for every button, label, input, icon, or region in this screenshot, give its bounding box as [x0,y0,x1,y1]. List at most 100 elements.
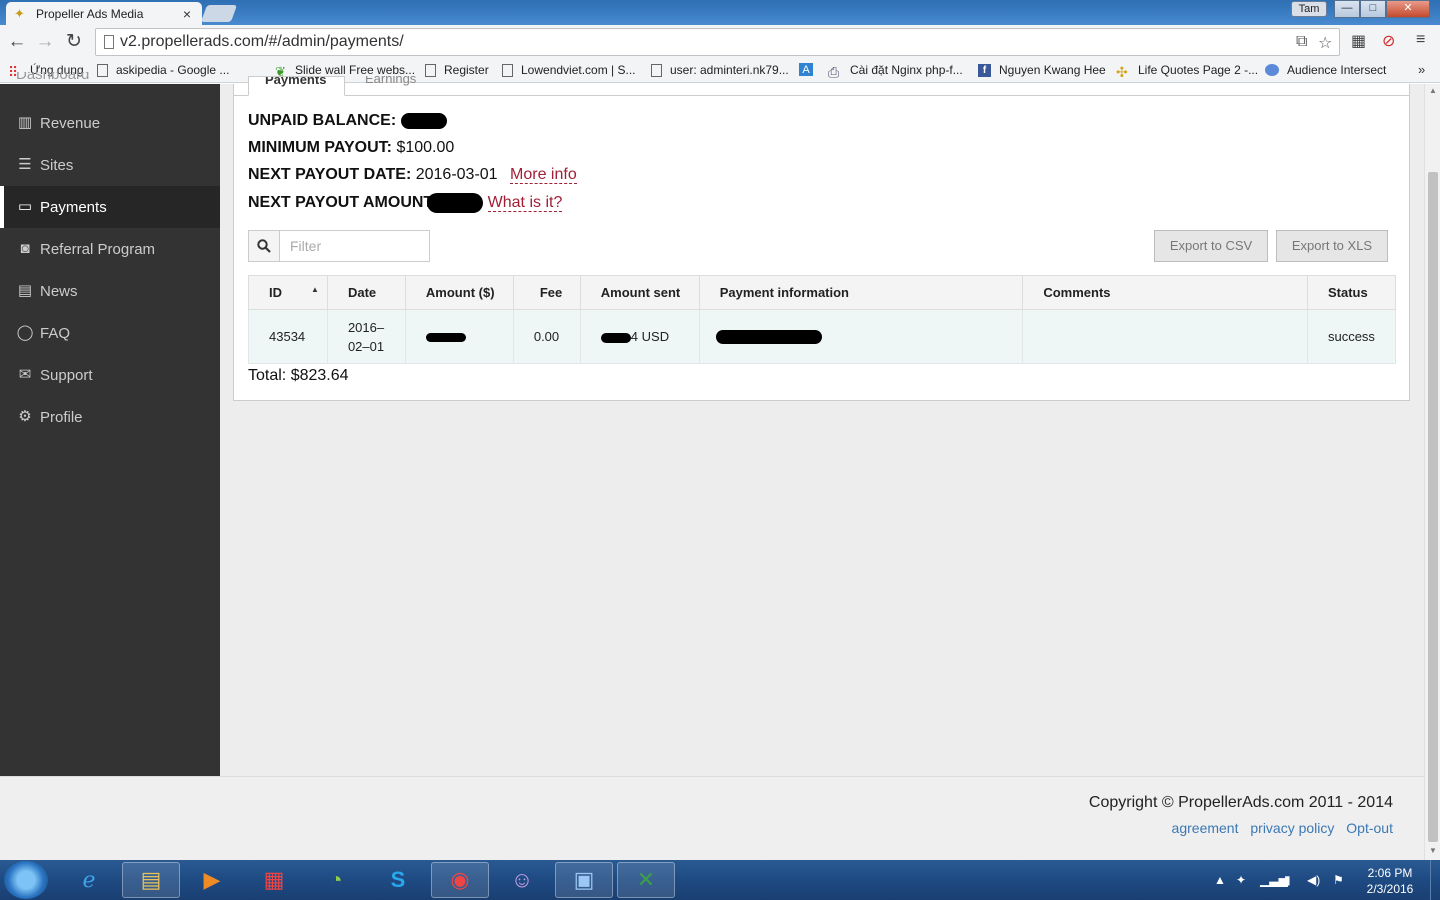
bookmark-label: Audience Intersect [1287,63,1387,77]
reload-icon[interactable]: ↻ [62,30,86,54]
what-is-it-link[interactable]: What is it? [487,194,563,213]
show-desktop-button[interactable] [1430,860,1440,900]
unpaid-balance-label: UNPAID BALANCE: [248,112,397,129]
filter-input[interactable] [280,230,430,262]
bookmark-label: Cài đặt Nginx php-f... [850,63,963,77]
remote-desktop-icon[interactable]: ▣ [555,862,613,898]
sidebar-item-faq[interactable]: ◯ FAQ [0,312,220,354]
forward-arrow-icon[interactable]: → [33,30,57,54]
sidebar-item-revenue[interactable]: ▥ Revenue [0,102,220,144]
tab-payments[interactable]: Payments [248,76,345,96]
scroll-up-icon[interactable]: ▲ [1425,84,1440,98]
qr-extension-icon[interactable]: ▦ [1351,31,1366,51]
profile-badge[interactable]: Tam [1291,1,1327,17]
file-explorer-icon[interactable]: ▤ [122,862,180,898]
translate-icon[interactable]: ⧉ [1296,33,1307,51]
bookmark-user-admin[interactable]: user: adminteri.nk79... [651,63,789,77]
sidebar-item-news[interactable]: ▤ News [0,270,220,312]
excel-icon[interactable]: ✕ [617,862,675,898]
next-payout-amount-label: NEXT PAYOUT AMOUNT: [248,194,437,212]
cell-fee: 0.00 [512,309,581,364]
bookmark-lowendviet[interactable]: Lowendviet.com | S... [502,63,636,77]
bookmark-a[interactable]: A [799,63,821,76]
privacy-policy-link[interactable]: privacy policy [1250,820,1334,836]
adblock-extension-icon[interactable]: ⊘ [1382,31,1395,51]
sidebar-item-payments[interactable]: ▭ Payments [0,186,220,228]
address-url[interactable]: v2.propellerads.com/#/admin/payments/ [120,33,404,51]
col-header-fee[interactable]: Fee [512,275,581,310]
bookmark-slide-wall[interactable]: ❦ Slide wall Free webs... [275,63,415,79]
maximize-button[interactable]: □ [1360,0,1386,18]
browser-toolbar: ← → ↻ v2.propellerads.com/#/admin/paymen… [0,25,1440,59]
close-window-button[interactable]: ✕ [1386,0,1430,18]
filter-group [248,230,430,262]
export-xls-button[interactable]: Export to XLS [1276,230,1388,262]
cell-comments [1022,309,1308,364]
more-info-link[interactable]: More info [510,166,577,184]
sidebar-item-referral[interactable]: ◙ Referral Program [0,228,220,270]
table-header-row: ID ▲ Date Amount ($) Fee Amount sent Paym… [248,275,1397,310]
address-bar[interactable]: v2.propellerads.com/#/admin/payments/ ⧉ … [95,28,1340,56]
minimize-button[interactable]: — [1334,0,1360,18]
col-header-date[interactable]: Date [326,275,406,310]
scroll-down-icon[interactable]: ▼ [1425,844,1440,858]
skype-icon[interactable]: S [369,862,427,898]
a-letter-icon: A [799,63,813,76]
sidebar-item-label: Referral Program [40,240,156,258]
opt-out-link[interactable]: Opt-out [1346,820,1393,836]
scroll-thumb[interactable] [1428,172,1438,842]
media-player-icon[interactable]: ▶ [183,862,241,898]
back-arrow-icon[interactable]: ← [5,30,29,54]
bookmark-askipedia[interactable]: askipedia - Google ... [97,63,229,77]
sidebar-item-dashboard-clipped[interactable]: Dashboard [16,72,89,86]
tab-earnings[interactable]: Earnings [349,76,429,96]
next-payout-date-line: NEXT PAYOUT DATE: 2016-03-01 More info [248,166,577,184]
col-header-amount[interactable]: Amount ($) [404,275,514,310]
bookmark-star-icon[interactable]: ☆ [1318,33,1332,53]
sidebar-item-support[interactable]: ✉ Support [0,354,220,396]
power-icon[interactable]: ▮ [1284,873,1291,887]
sidebar-item-profile[interactable]: ⚙ Profile [0,396,220,438]
sidebar-item-label: News [40,282,78,300]
col-header-amount-sent[interactable]: Amount sent [579,275,700,310]
tab-close-icon[interactable]: × [180,6,194,22]
dropbox-icon[interactable]: ✦ [1236,873,1246,887]
page-icon [425,63,436,77]
unikey-icon[interactable]: ◔ [307,862,365,898]
bookmarks-overflow-icon[interactable]: » [1418,62,1425,77]
bookmark-nginx[interactable]: ⎙ Cài đặt Nginx php-f... [828,63,963,80]
col-header-payment-info[interactable]: Payment information [698,275,1024,310]
gears-icon: ⚙ [18,408,32,425]
bookmark-life-quotes[interactable]: ✣ Life Quotes Page 2 -... [1116,63,1258,80]
system-clock[interactable]: 2:06 PM 2/3/2016 [1360,865,1420,897]
page-icon [97,63,108,77]
search-icon[interactable] [248,230,280,262]
vertical-scrollbar[interactable]: ▲ ▼ [1424,84,1440,860]
col-header-status[interactable]: Status [1306,275,1397,310]
bookmark-facebook[interactable]: f Nguyen Kwang Hee [978,63,1106,77]
tray-expand-icon[interactable]: ▲ [1214,873,1226,887]
leaf-icon: ❦ [275,63,286,79]
bookmark-audience[interactable]: Audience Intersect [1265,63,1386,77]
col-header-comments[interactable]: Comments [1022,275,1308,310]
chrome-menu-icon[interactable]: ≡ [1416,31,1425,49]
agreement-link[interactable]: agreement [1172,820,1239,836]
messenger-icon[interactable]: ☺ [493,862,551,898]
browser-tab[interactable]: ✦ Propeller Ads Media × [6,2,202,25]
start-button[interactable] [4,861,48,899]
volume-icon[interactable]: ◀) [1307,873,1320,887]
sidebar-item-sites[interactable]: ☰ Sites [0,144,220,186]
chrome-icon[interactable]: ◉ [431,862,489,898]
money-icon: ◙ [20,240,30,257]
internet-explorer-icon[interactable]: ℯ [60,862,118,898]
bookmark-label: user: adminteri.nk79... [670,63,789,77]
export-csv-button[interactable]: Export to CSV [1154,230,1268,262]
date-text: 2016–02–01 [347,319,385,354]
col-header-id[interactable]: ID ▲ [248,275,328,310]
new-tab-button[interactable] [200,5,238,22]
app-grid-icon[interactable]: ▦ [245,862,303,898]
action-center-flag-icon[interactable]: ⚑ [1333,873,1344,887]
window-controls: — □ ✕ [1334,0,1430,18]
envelope-icon: ✉ [18,366,32,383]
bookmark-register[interactable]: Register [425,63,489,77]
